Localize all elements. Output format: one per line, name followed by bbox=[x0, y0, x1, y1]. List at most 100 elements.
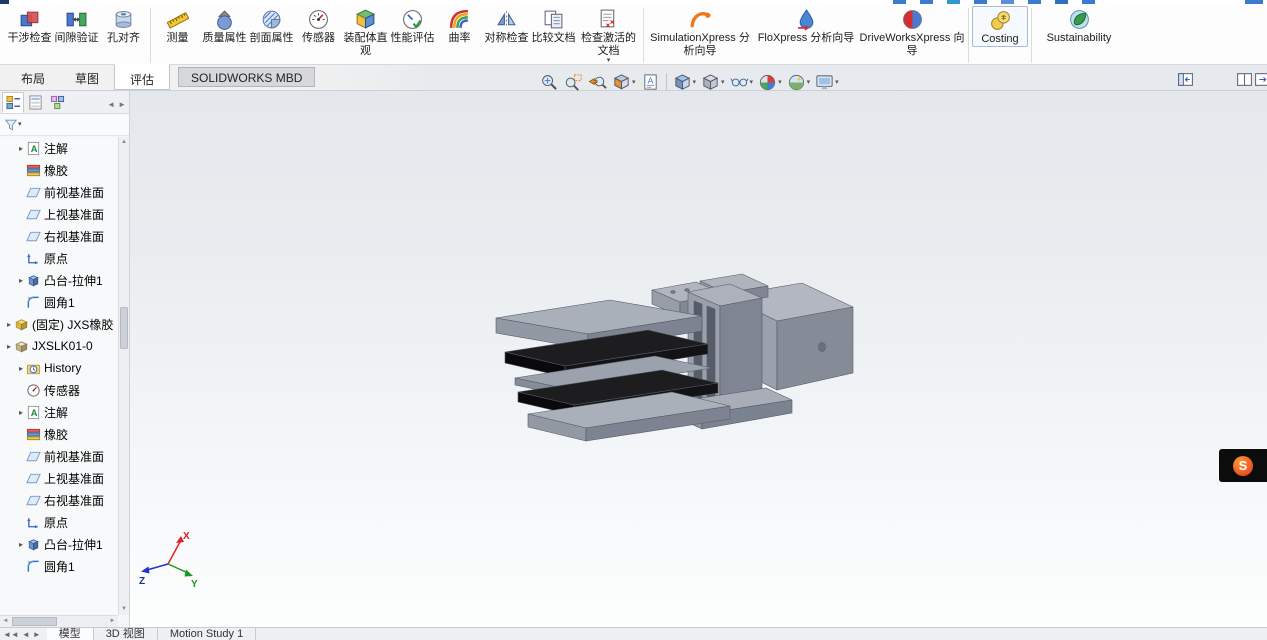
simulationxpress-wizard-button[interactable]: SimulationXpress 分析向导 bbox=[647, 6, 753, 57]
tree-filter[interactable]: ▾ bbox=[0, 114, 129, 136]
tree-item-boss-extrude-2[interactable]: ▸ 凸台-拉伸1 bbox=[0, 533, 118, 555]
compare-documents-button[interactable]: 比较文档 bbox=[530, 6, 577, 45]
interference-check-button[interactable]: 干涉检查 bbox=[6, 6, 53, 45]
tab-propertymanager[interactable] bbox=[24, 92, 46, 113]
tree-item-material-2[interactable]: 橡胶 bbox=[0, 423, 118, 445]
dynamic-annotation-views-button[interactable] bbox=[639, 72, 662, 93]
view-settings-button[interactable]: ▾ bbox=[813, 72, 841, 93]
sustainability-button[interactable]: Sustainability bbox=[1035, 6, 1123, 45]
tab-featuremanager-tree[interactable] bbox=[2, 92, 24, 113]
zoom-to-fit-button[interactable] bbox=[538, 72, 561, 93]
expand-arrow-icon[interactable]: ▸ bbox=[16, 408, 26, 417]
display-pane-icon[interactable] bbox=[1236, 71, 1253, 88]
measure-button[interactable]: 测量 bbox=[154, 6, 201, 45]
tab-solidworks-mbd[interactable]: SOLIDWORKS MBD bbox=[178, 67, 316, 87]
tree-horizontal-scrollbar[interactable]: ◄ ► bbox=[0, 615, 118, 627]
mass-properties-button[interactable]: 质量属性 bbox=[201, 6, 248, 45]
simulationxpress-icon bbox=[689, 8, 712, 31]
scroll-first-icon[interactable]: ◄◄ bbox=[3, 629, 19, 640]
expand-arrow-icon[interactable]: ▸ bbox=[16, 540, 26, 549]
tree-item-front-plane-2[interactable]: 前视基准面 bbox=[0, 445, 118, 467]
ribbon-toolbar: 干涉检查 间隙验证 孔对齐 测量 质量属性 剖面属性 传感器 装配体直观 性能评… bbox=[0, 4, 1267, 65]
tree-item-front-plane[interactable]: 前视基准面 bbox=[0, 181, 118, 203]
hide-show-items-icon bbox=[730, 73, 749, 92]
floxpress-wizard-button[interactable]: FloXpress 分析向导 bbox=[753, 6, 859, 45]
tree-item-top-plane[interactable]: 上视基准面 bbox=[0, 203, 118, 225]
tree-item-annotations-2[interactable]: ▸ 注解 bbox=[0, 401, 118, 423]
view-orientation-button[interactable]: ▾ bbox=[671, 72, 699, 93]
tree-item-component-jxs-rubber[interactable]: ▸ (固定) JXS橡胶 bbox=[0, 313, 118, 335]
scroll-left-icon[interactable]: ◄ bbox=[107, 100, 115, 109]
display-style-button[interactable]: ▾ bbox=[699, 72, 727, 93]
expand-arrow-icon[interactable]: ▸ bbox=[16, 144, 26, 153]
clearance-verification-button[interactable]: 间隙验证 bbox=[53, 6, 100, 45]
tab-configurationmanager[interactable] bbox=[46, 92, 68, 113]
tree-item-sensors[interactable]: 传感器 bbox=[0, 379, 118, 401]
collapse-ribbon-icon[interactable] bbox=[1254, 71, 1267, 88]
tree-item-boss-extrude[interactable]: ▸ 凸台-拉伸1 bbox=[0, 269, 118, 291]
tree-item-annotations[interactable]: ▸ 注解 bbox=[0, 137, 118, 159]
tree-item-origin-2[interactable]: 原点 bbox=[0, 511, 118, 533]
graphics-viewport[interactable]: X Y Z S bbox=[130, 91, 1267, 627]
zoom-to-area-button[interactable] bbox=[562, 72, 585, 93]
featuremanager-expand-icon[interactable] bbox=[1177, 71, 1194, 88]
tab-layout[interactable]: 布局 bbox=[6, 65, 60, 90]
bottom-tabbar: ◄◄ ◄ ► 模型 3D 视图 Motion Study 1 bbox=[0, 627, 1267, 640]
tree-item-right-plane[interactable]: 右视基准面 bbox=[0, 225, 118, 247]
driveworksxpress-wizard-button[interactable]: DriveWorksXpress 向导 bbox=[859, 6, 965, 57]
material-icon bbox=[26, 163, 41, 178]
button-label: 检查激活的文档 bbox=[581, 32, 636, 57]
expand-arrow-icon[interactable]: ▸ bbox=[4, 342, 14, 351]
section-view-button[interactable]: ▾ bbox=[610, 72, 638, 93]
scroll-left-icon[interactable]: ◄ bbox=[22, 629, 30, 640]
tree-item-top-plane-2[interactable]: 上视基准面 bbox=[0, 467, 118, 489]
edit-appearance-button[interactable]: ▾ bbox=[756, 72, 784, 93]
hide-show-items-button[interactable]: ▾ bbox=[728, 72, 756, 93]
view-settings-icon bbox=[815, 73, 834, 92]
tab-model[interactable]: 模型 bbox=[46, 628, 94, 640]
scroll-right-icon[interactable]: ► bbox=[33, 629, 41, 640]
tab-3d-views[interactable]: 3D 视图 bbox=[94, 628, 158, 640]
check-active-document-button[interactable]: 检查激活的文档 ▾ bbox=[577, 6, 640, 64]
sensor-button[interactable]: 传感器 bbox=[295, 6, 342, 45]
tab-sketch[interactable]: 草图 bbox=[60, 65, 114, 90]
scroll-up-icon[interactable]: ▲ bbox=[119, 137, 129, 148]
scroll-right-icon[interactable]: ► bbox=[107, 616, 118, 627]
expand-arrow-icon[interactable]: ▸ bbox=[16, 276, 26, 285]
section-properties-button[interactable]: 剖面属性 bbox=[248, 6, 295, 45]
apply-scene-button[interactable]: ▾ bbox=[785, 72, 813, 93]
scrollbar-thumb[interactable] bbox=[120, 307, 128, 349]
button-label: 孔对齐 bbox=[107, 32, 140, 44]
scrollbar-thumb[interactable] bbox=[12, 617, 57, 626]
solidworks-banner[interactable]: S bbox=[1219, 449, 1267, 482]
tree-item-right-plane-2[interactable]: 右视基准面 bbox=[0, 489, 118, 511]
tree-vertical-scrollbar[interactable]: ▲ ▼ bbox=[118, 137, 129, 615]
tab-evaluate[interactable]: 评估 bbox=[114, 64, 171, 90]
tab-motion-study-1[interactable]: Motion Study 1 bbox=[158, 628, 257, 640]
scroll-right-icon[interactable]: ► bbox=[118, 100, 126, 109]
button-label: Sustainability bbox=[1046, 32, 1112, 44]
tree-item-component-jxslk01[interactable]: ▸ JXSLK01-0 bbox=[0, 335, 118, 357]
scroll-left-icon[interactable]: ◄ bbox=[0, 616, 11, 627]
scroll-down-icon[interactable]: ▼ bbox=[119, 604, 129, 615]
assembly-visualization-button[interactable]: 装配体直观 bbox=[342, 6, 389, 57]
button-label: 性能评估 bbox=[390, 32, 435, 44]
tree-item-history[interactable]: ▸ History bbox=[0, 357, 118, 379]
featuremanager-tree: ▸ 注解 橡胶 前视基准面 上视基准面 右视基准面 原点 ▸ 凸台-拉伸1 圆角1 … bbox=[0, 137, 118, 615]
curvature-button[interactable]: 曲率 bbox=[436, 6, 483, 45]
tree-item-fillet[interactable]: 圆角1 bbox=[0, 291, 118, 313]
panel-splitter[interactable] bbox=[129, 91, 132, 627]
tree-item-fillet-2[interactable]: 圆角1 bbox=[0, 555, 118, 577]
expand-arrow-icon[interactable]: ▸ bbox=[16, 364, 26, 373]
component-icon bbox=[14, 317, 29, 332]
tree-item-origin[interactable]: 原点 bbox=[0, 247, 118, 269]
costing-button[interactable]: Costing bbox=[972, 6, 1028, 47]
previous-view-button[interactable] bbox=[586, 72, 609, 93]
button-label: 曲率 bbox=[448, 32, 471, 44]
performance-evaluation-button[interactable]: 性能评估 bbox=[389, 6, 436, 45]
hole-alignment-button[interactable]: 孔对齐 bbox=[100, 6, 147, 45]
tree-item-material[interactable]: 橡胶 bbox=[0, 159, 118, 181]
plane-icon bbox=[26, 229, 41, 244]
expand-arrow-icon[interactable]: ▸ bbox=[4, 320, 14, 329]
symmetry-check-button[interactable]: 对称检查 bbox=[483, 6, 530, 45]
